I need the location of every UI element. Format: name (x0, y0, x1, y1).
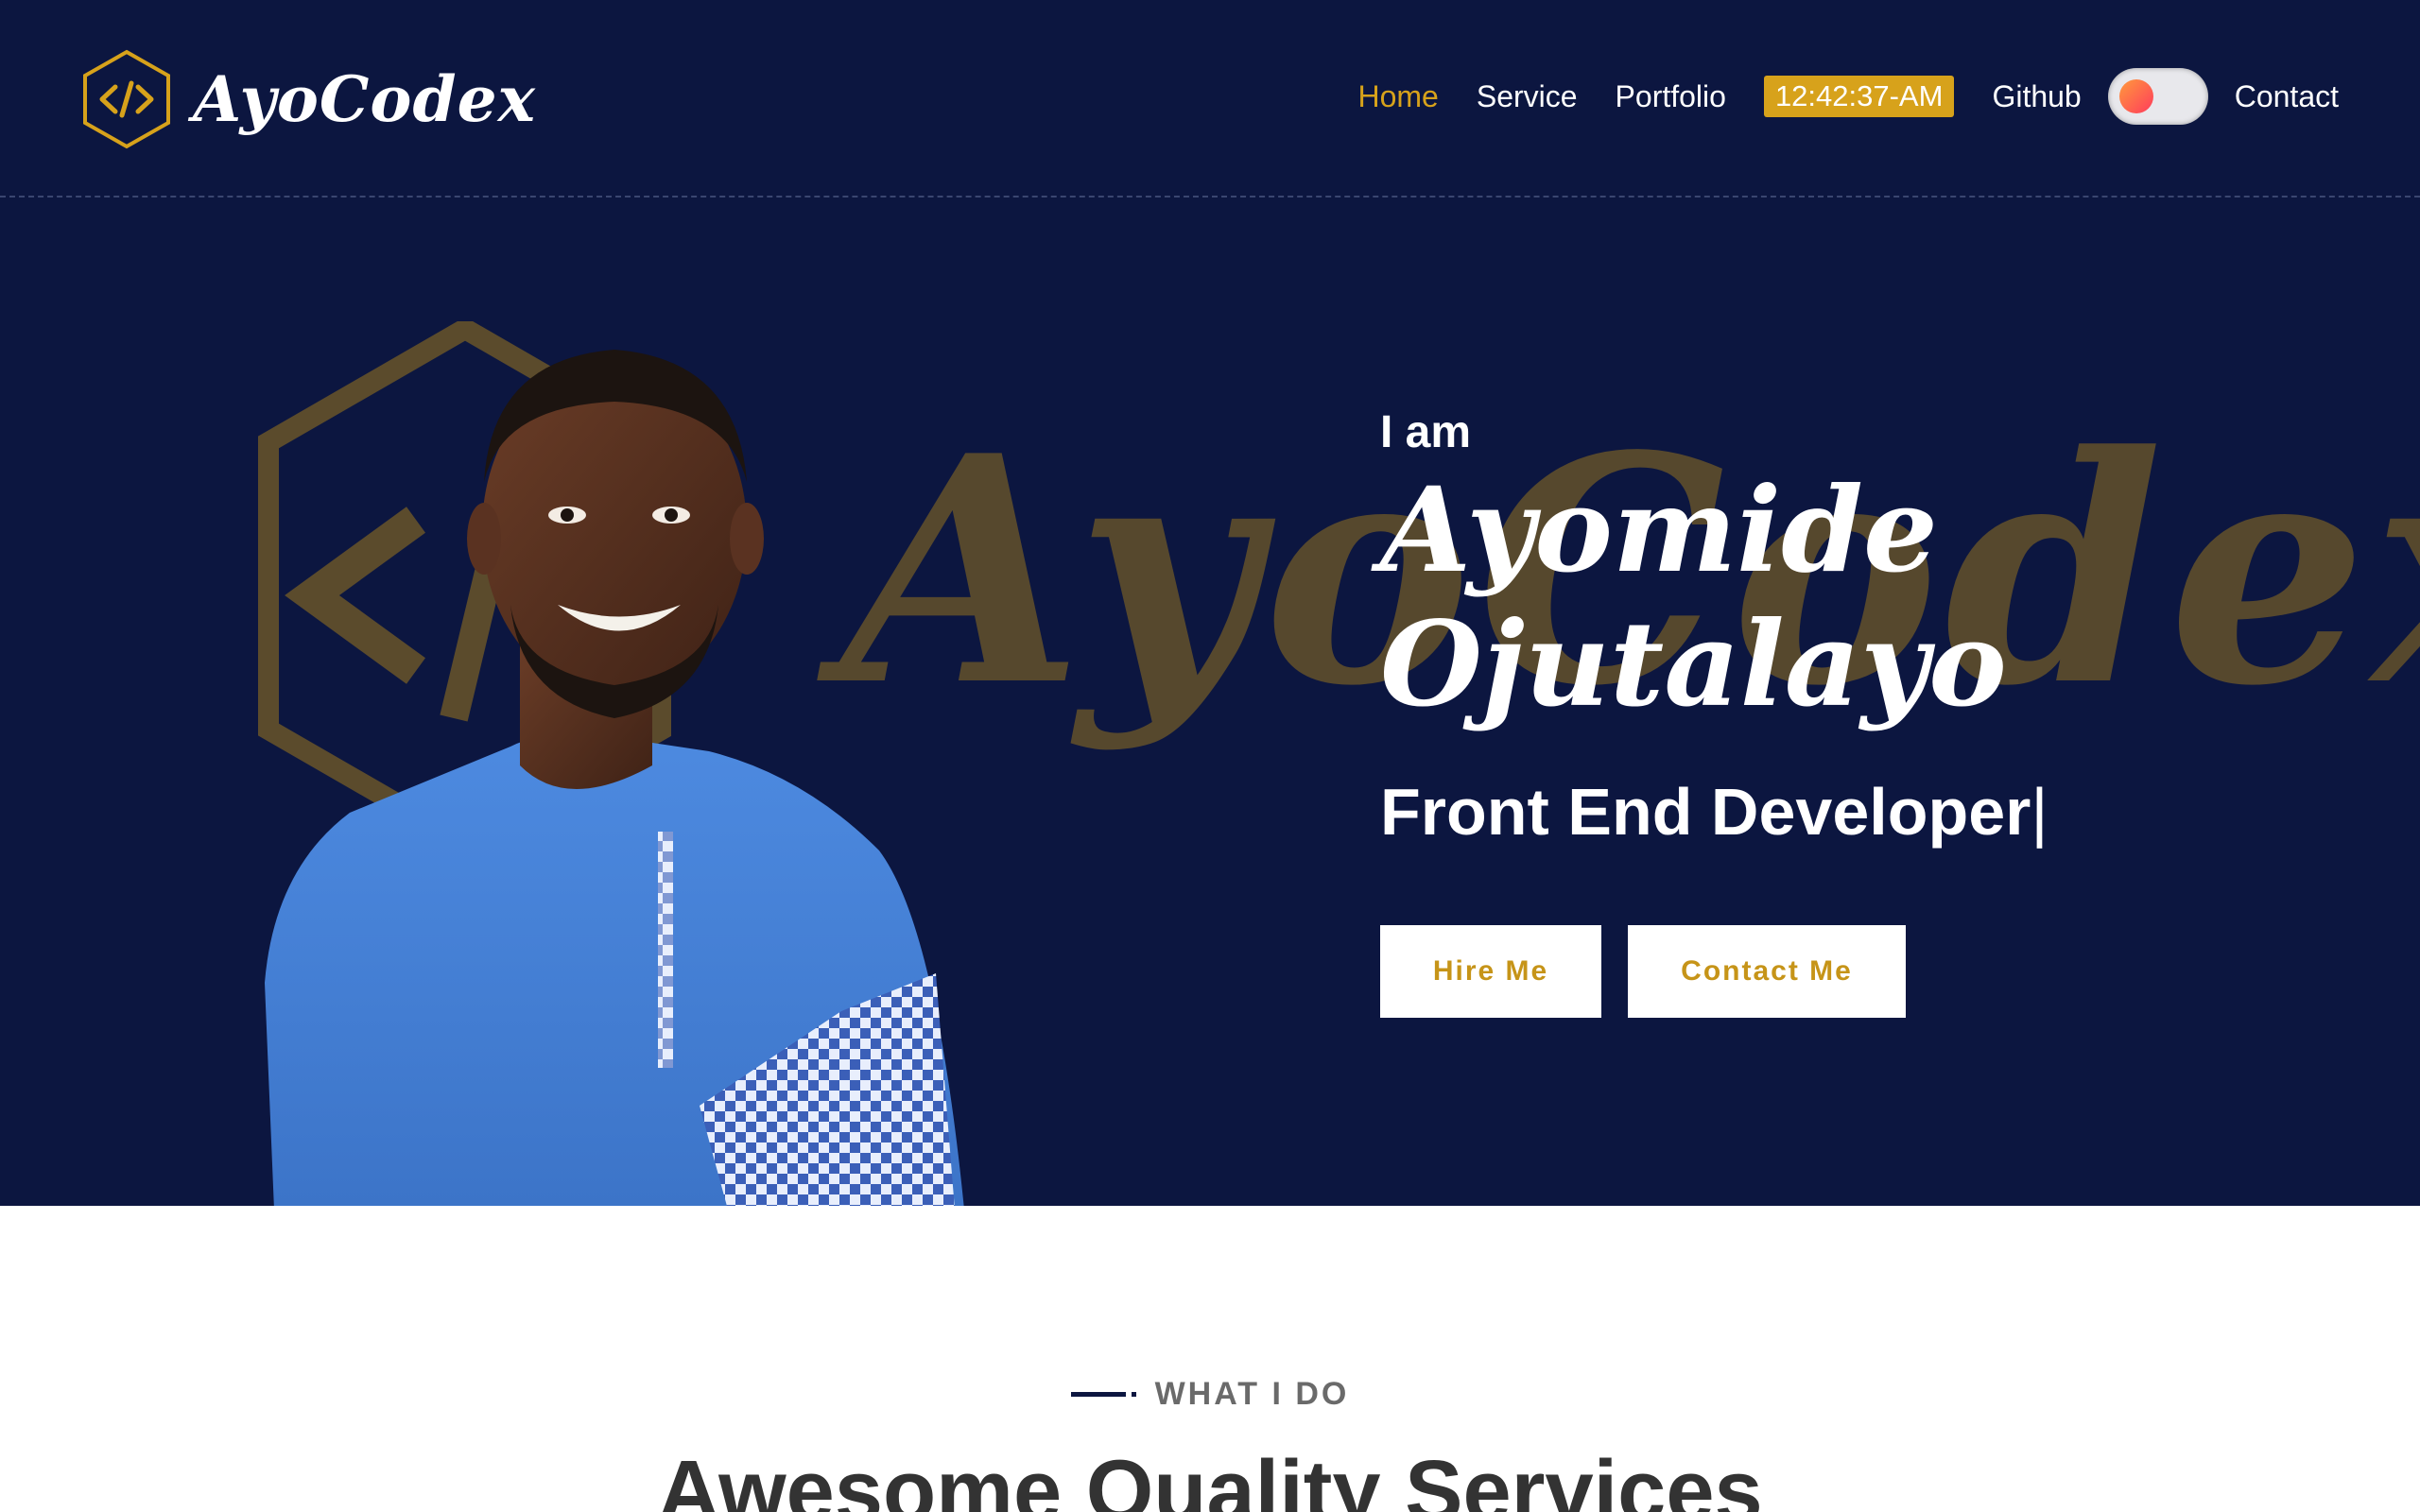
profile-photo (265, 350, 964, 1206)
nav-portfolio[interactable]: Portfolio (1616, 79, 1726, 114)
hero-name: Ayomide Ojutalayo (1380, 464, 2231, 732)
contact-me-button[interactable]: Contact Me (1628, 925, 1906, 1018)
main-nav: Home Service Portfolio 12:42:37-AM Githu… (1357, 62, 2339, 130)
role-title: Front End Developer (1380, 775, 2031, 849)
brand-name: AyoCodex (193, 62, 536, 136)
navbar: AyoCodex Home Service Portfolio 12:42:37… (0, 0, 2420, 198)
nav-home[interactable]: Home (1357, 79, 1438, 114)
first-name: Ayomide (1380, 462, 1938, 599)
hero-section: AyoCodex Home Service Portfolio 12:42:37… (0, 0, 2420, 1206)
theme-toggle[interactable] (2107, 68, 2208, 125)
code-hex-icon (83, 49, 170, 149)
toggle-knob (2118, 79, 2153, 113)
nav-contact[interactable]: Contact (2235, 79, 2339, 114)
greeting-text: I am (1380, 407, 1472, 457)
last-name: Ojutalayo (1380, 596, 2007, 733)
section-title: Awesome Quality Services (657, 1443, 1763, 1512)
section-eyebrow: WHAT I DO (0, 1376, 2420, 1413)
nav-service[interactable]: Service (1477, 79, 1578, 114)
logo-link[interactable]: AyoCodex (81, 49, 536, 149)
hero-intro: I am Ayomide Ojutalayo Front End Develop… (1380, 406, 2231, 1018)
services-section: WHAT I DO Awesome Quality Services (0, 1206, 2420, 1512)
typing-caret: | (2031, 775, 2048, 849)
eyebrow-line-icon (1070, 1392, 1136, 1397)
nav-github[interactable]: Github (1992, 79, 2081, 114)
clock-badge: 12:42:37-AM (1763, 76, 1955, 117)
cta-group: Hire Me Contact Me (1380, 925, 2231, 1018)
eyebrow-text: WHAT I DO (1154, 1376, 1350, 1412)
hire-me-button[interactable]: Hire Me (1380, 925, 1601, 1018)
role-text: Front End Developer| (1380, 774, 2231, 850)
